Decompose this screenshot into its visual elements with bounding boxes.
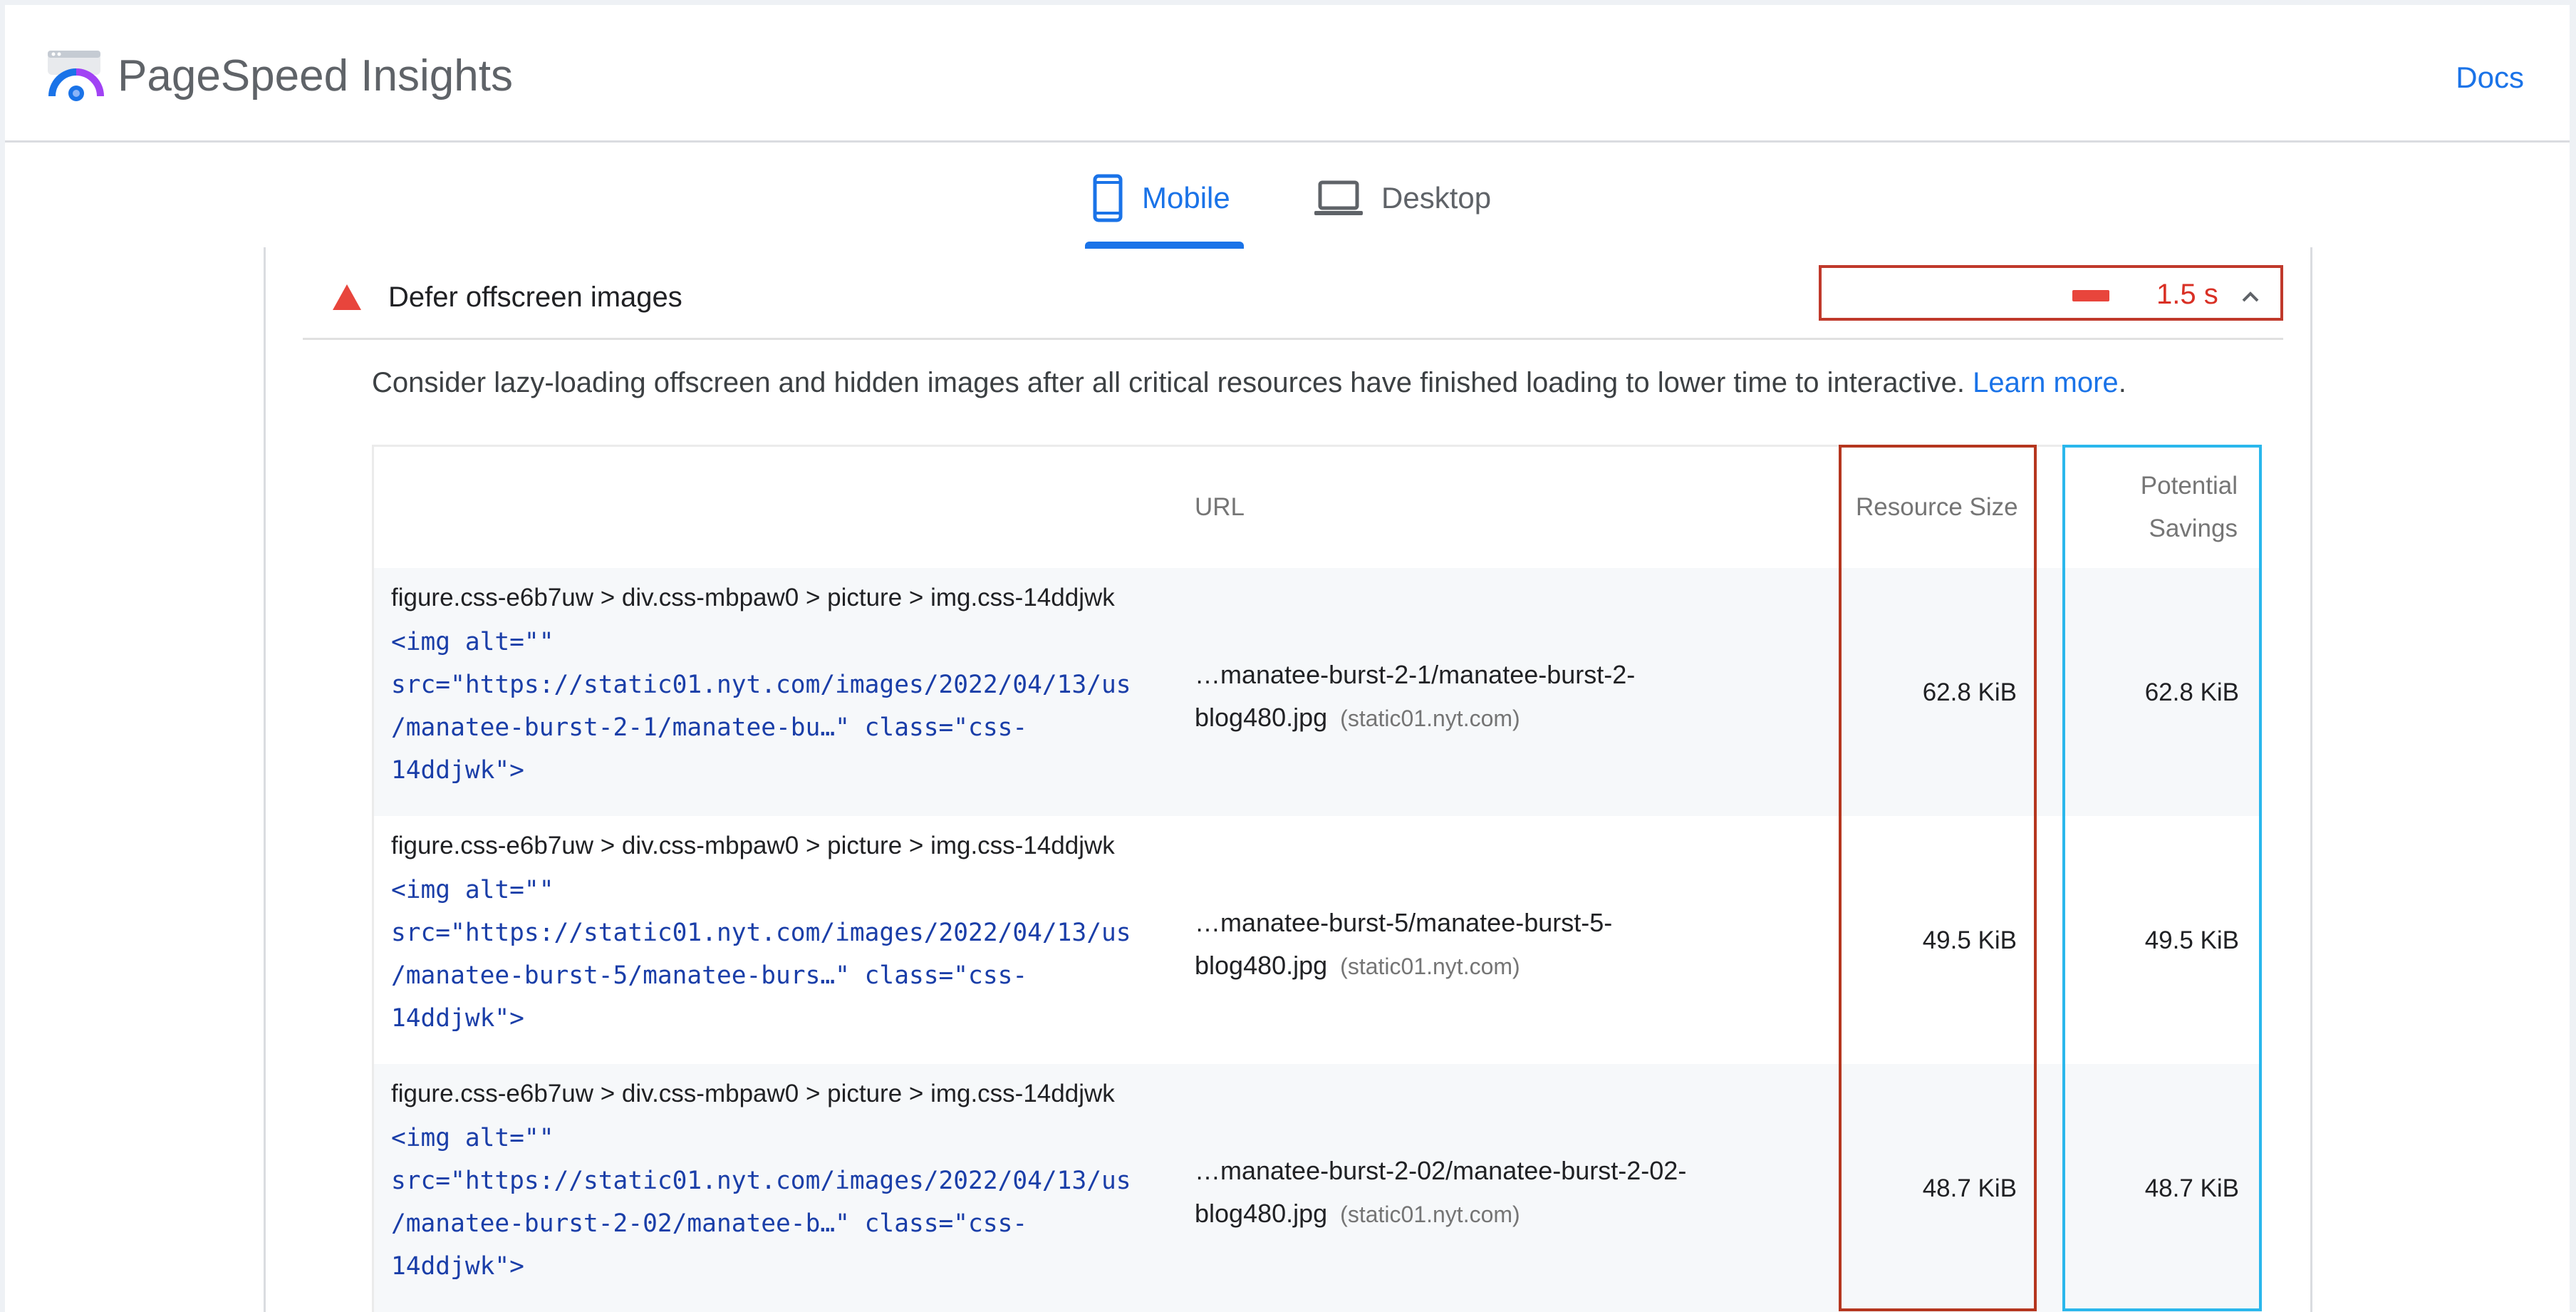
tab-mobile[interactable]: Mobile bbox=[1086, 145, 1243, 252]
resource-url[interactable]: …manatee-burst-2-1/manatee-burst-2-blog4… bbox=[1195, 654, 1736, 740]
audit-header[interactable]: Defer offscreen images 1.5 s bbox=[303, 262, 2283, 340]
savings-summary[interactable]: 1.5 s bbox=[1819, 265, 2283, 321]
top-header: PageSpeed Insights Docs bbox=[5, 5, 2570, 143]
node-snippet: <img alt="" src="https://static01.nyt.co… bbox=[391, 1124, 1131, 1281]
laptop-icon bbox=[1314, 180, 1363, 215]
node-path: figure.css-e6b7uw > div.css-mbpaw0 > pic… bbox=[391, 1080, 1115, 1107]
tab-desktop-label: Desktop bbox=[1381, 181, 1492, 215]
page-frame: PageSpeed Insights Docs Mobile Desktop D… bbox=[5, 5, 2570, 1312]
audit-title: Defer offscreen images bbox=[388, 281, 682, 313]
url-host: (static01.nyt.com) bbox=[1340, 706, 1520, 731]
resource-url[interactable]: …manatee-burst-5/manatee-burst-5-blog480… bbox=[1195, 902, 1736, 988]
learn-more-link[interactable]: Learn more bbox=[1973, 367, 2119, 398]
device-tabs: Mobile Desktop bbox=[5, 145, 2570, 252]
description-period: . bbox=[2118, 367, 2126, 398]
url-host: (static01.nyt.com) bbox=[1340, 954, 1520, 979]
node-path: figure.css-e6b7uw > div.css-mbpaw0 > pic… bbox=[391, 832, 1115, 859]
tab-desktop[interactable]: Desktop bbox=[1314, 145, 1521, 252]
savings-bar bbox=[2072, 290, 2109, 301]
docs-link[interactable]: Docs bbox=[2456, 49, 2524, 106]
audit-description: Consider lazy-loading offscreen and hidd… bbox=[372, 360, 2295, 406]
url-host: (static01.nyt.com) bbox=[1340, 1202, 1520, 1227]
node-snippet: <img alt="" src="https://static01.nyt.co… bbox=[391, 876, 1131, 1033]
tab-mobile-label: Mobile bbox=[1142, 181, 1230, 215]
node-path: figure.css-e6b7uw > div.css-mbpaw0 > pic… bbox=[391, 584, 1115, 611]
resource-url[interactable]: …manatee-burst-2-02/manatee-burst-2-02-b… bbox=[1195, 1150, 1736, 1236]
resource-size-highlight-box bbox=[1839, 445, 2037, 1311]
chevron-up-icon[interactable] bbox=[2236, 282, 2265, 311]
smartphone-icon bbox=[1093, 174, 1123, 222]
column-header-url: URL bbox=[1195, 493, 1245, 521]
pagespeed-logo-icon bbox=[48, 51, 104, 101]
savings-value: 1.5 s bbox=[2156, 279, 2218, 310]
fail-triangle-icon bbox=[333, 284, 361, 310]
potential-savings-highlight-box bbox=[2062, 445, 2262, 1311]
node-snippet: <img alt="" src="https://static01.nyt.co… bbox=[391, 628, 1131, 785]
description-text: Consider lazy-loading offscreen and hidd… bbox=[372, 367, 1965, 398]
app-title: PageSpeed Insights bbox=[118, 51, 513, 100]
